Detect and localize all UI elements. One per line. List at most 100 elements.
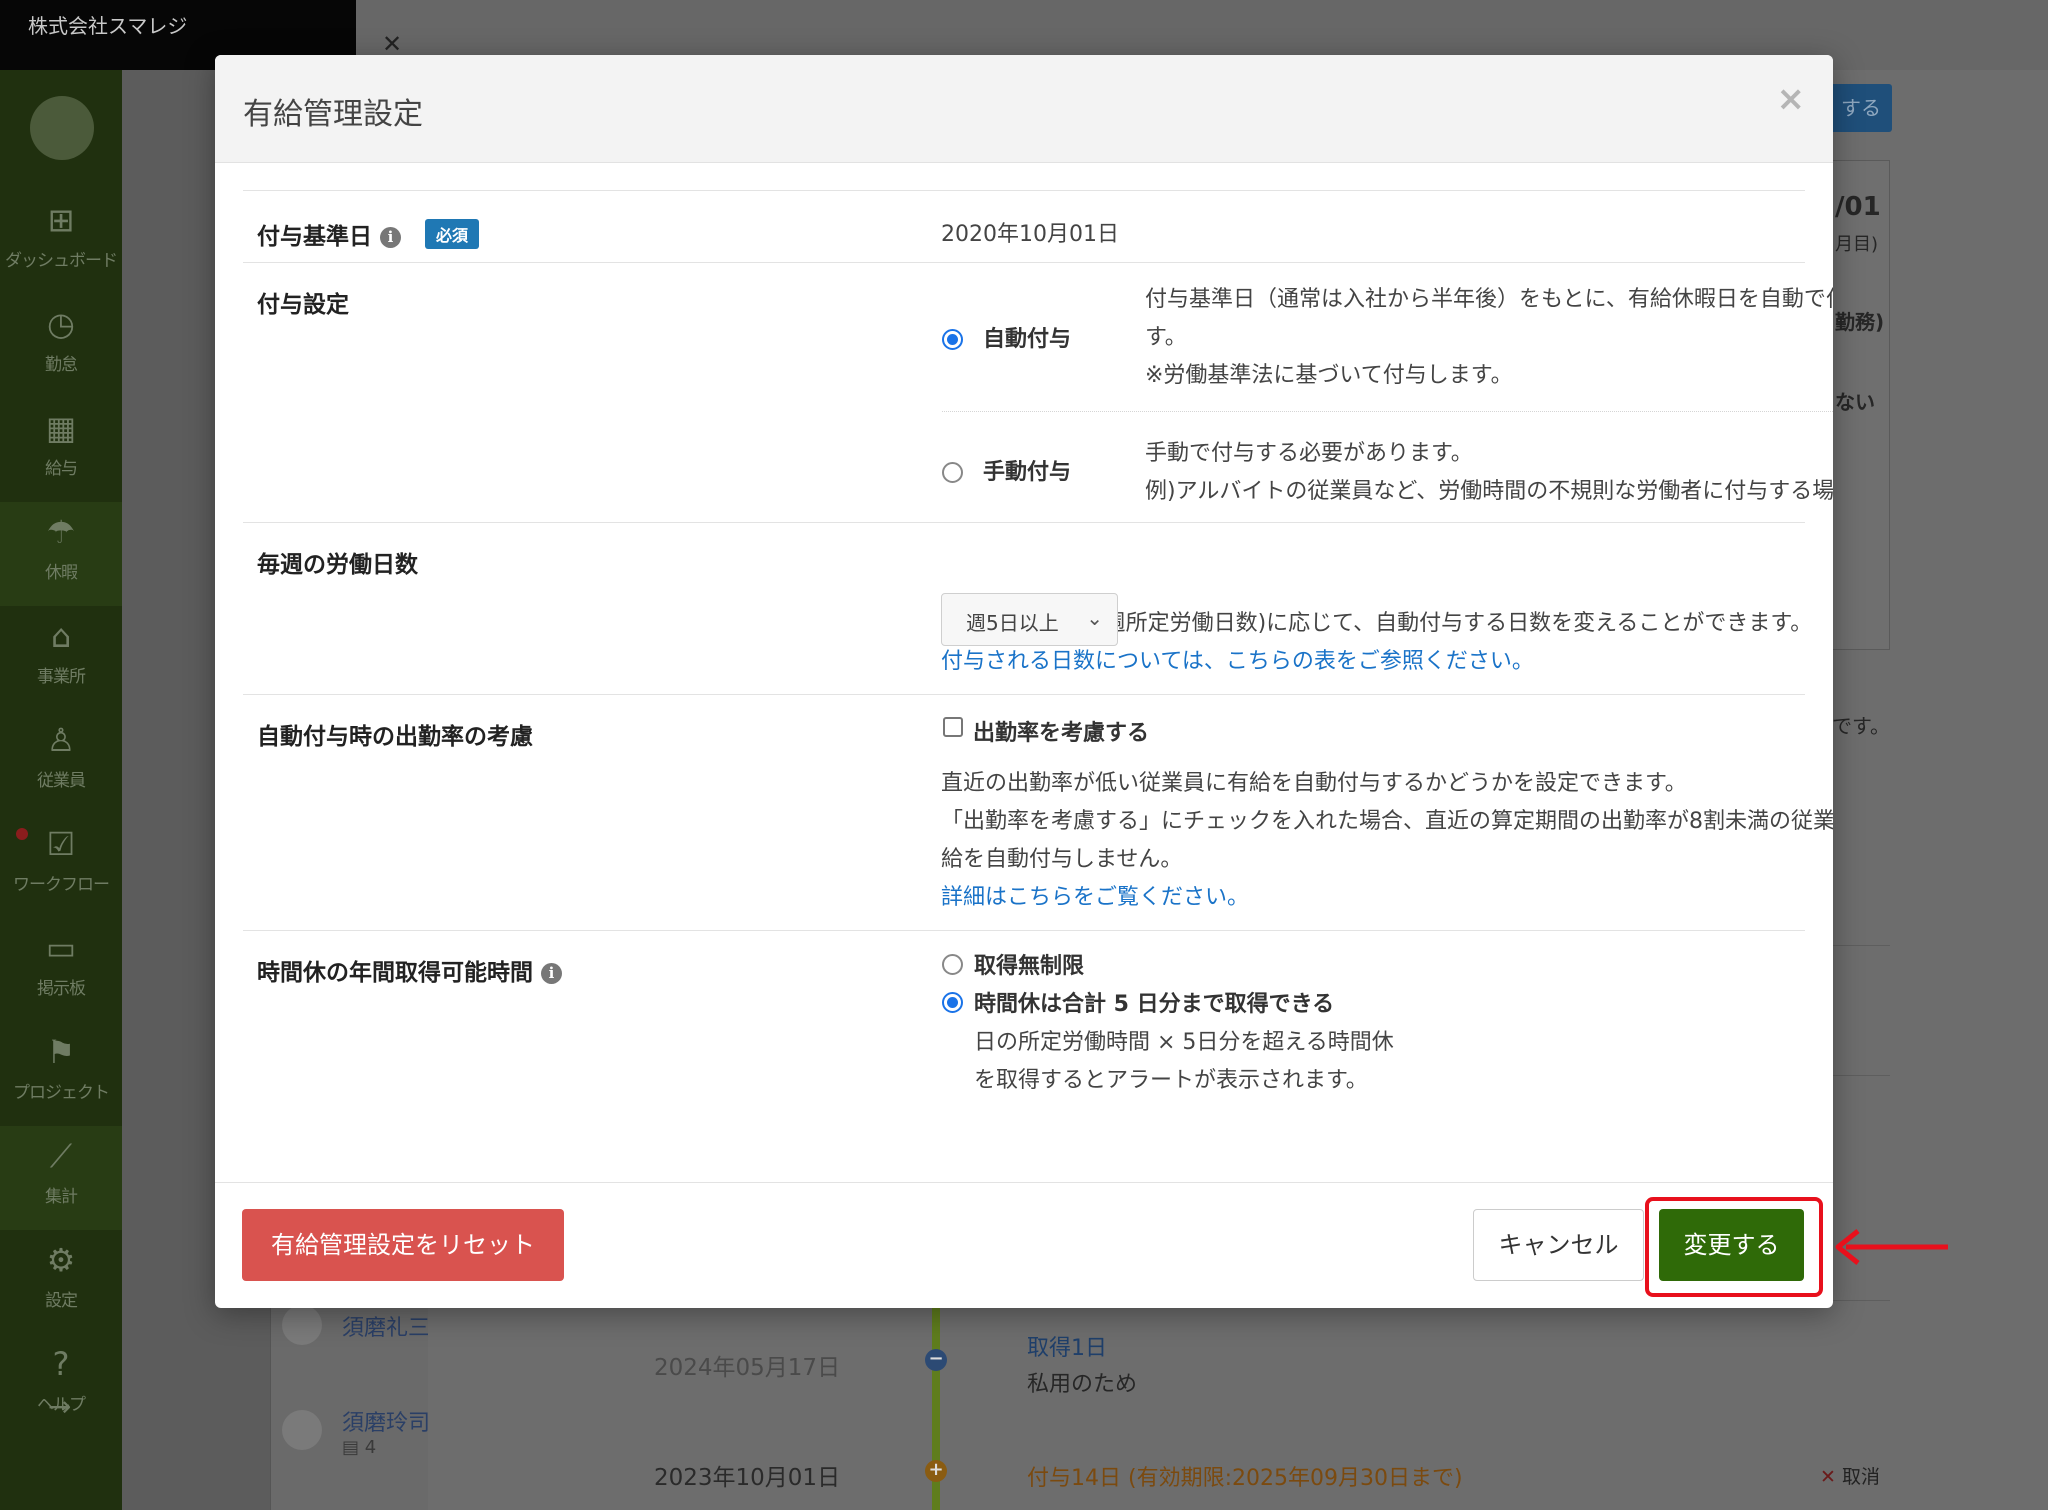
info-icon[interactable]: i — [541, 963, 562, 984]
timeline-title[interactable]: 付与14日 (有効期限:2025年09月30日まで) — [1027, 1460, 1463, 1492]
sidebar-item-payroll[interactable]: ▦ 給与 — [0, 398, 122, 502]
expand-arrow-icon[interactable]: → — [48, 1390, 71, 1423]
company-name: 株式会社スマレジ — [28, 14, 188, 38]
base-date-label: 付与基準日 i 必須 — [257, 217, 480, 251]
grant-setting-row: 付与設定 自動付与 付与基準日（通常は入社から半年後）をもとに、有給休暇日を自動… — [243, 262, 1833, 522]
sidebar: ⊞ ダッシュボード ◷ 勤怠 ▦ 給与 ☂ 休暇 ⌂ 事業所 ♙ 従業員 ☑ ワ… — [0, 70, 122, 1510]
cancel-button[interactable]: キャンセル — [1473, 1209, 1644, 1281]
hourly-leave-note: 日の所定労働時間 × 5日分を超える時間休 — [974, 1030, 1394, 1055]
sidebar-item-employees[interactable]: ♙ 従業員 — [0, 710, 122, 814]
clock-icon: ◷ — [47, 305, 75, 343]
attendance-checkbox[interactable] — [943, 717, 963, 737]
manual-grant-label[interactable]: 手動付与 — [983, 454, 1071, 486]
manual-grant-radio[interactable] — [942, 462, 963, 483]
sidebar-item-label: ワークフロー — [13, 875, 110, 895]
notification-dot — [16, 828, 28, 840]
gear-icon: ⚙ — [46, 1241, 76, 1279]
avatar[interactable] — [30, 96, 94, 160]
sidebar-item-settings[interactable]: ⚙ 設定 — [0, 1230, 122, 1334]
card-desu: です。 — [1832, 714, 1890, 738]
attendance-help: 「出勤率を考慮する」にチェックを入れた場合、直近の算定期間の出勤率が8割未満の従… — [941, 809, 1833, 834]
weekly-days-selected: 週5日以上 — [966, 611, 1059, 635]
flag-icon: ⚑ — [46, 1033, 76, 1071]
user-icon: ♙ — [46, 721, 76, 759]
hourly-leave-label: 時間休の年間取得可能時間 i — [257, 953, 562, 987]
base-date-value: 2020年10月01日 — [941, 222, 1119, 247]
hourly-leave-note: を取得するとアラートが表示されます。 — [974, 1068, 1368, 1093]
weekly-days-label: 毎週の労働日数 — [257, 552, 418, 578]
sidebar-item-label: 掲示板 — [37, 979, 86, 999]
unlimited-radio[interactable] — [942, 954, 963, 975]
auto-grant-radio[interactable] — [942, 329, 963, 350]
attendance-details-link[interactable]: 詳細はこちらをご覧ください。 — [941, 879, 1249, 911]
sidebar-item-label: 勤怠 — [45, 355, 78, 375]
sidebar-item-label: ダッシュボード — [5, 251, 118, 271]
minus-icon: − — [925, 1349, 947, 1371]
sidebar-item-project[interactable]: ⚑ プロジェクト — [0, 1022, 122, 1126]
sidebar-item-leave[interactable]: ☂ 休暇 — [0, 502, 122, 606]
sidebar-item-label: 給与 — [45, 459, 78, 479]
home-icon: ⌂ — [50, 617, 72, 655]
modal-title: 有給管理設定 — [243, 97, 423, 132]
sidebar-item-board[interactable]: ▭ 掲示板 — [0, 918, 122, 1022]
timeline-date: 2023年10月01日 — [654, 1465, 841, 1491]
sidebar-item-attendance[interactable]: ◷ 勤怠 — [0, 294, 122, 398]
attendance-checkbox-label[interactable]: 出勤率を考慮する — [973, 715, 1149, 747]
avatar — [282, 1305, 322, 1345]
info-icon[interactable]: i — [380, 227, 401, 248]
sidebar-item-reports[interactable]: ⟋ 集計 — [0, 1126, 122, 1230]
sidebar-item-label: 従業員 — [37, 771, 86, 791]
limited-radio[interactable] — [942, 992, 963, 1013]
required-badge: 必須 — [425, 219, 480, 249]
timeline-title[interactable]: 取得1日 — [1027, 1330, 1107, 1362]
paid-leave-settings-modal: 有給管理設定 × 付与基準日 i 必須 2020年10月01日 付与設定 自動付与 … — [215, 55, 1833, 1308]
limited-label[interactable]: 時間休は合計 5 日分まで取得できる — [974, 986, 1334, 1018]
close-icon[interactable]: ✕ — [382, 30, 402, 58]
card-work: 勤務) — [1835, 310, 1885, 334]
sidebar-item-dashboard[interactable]: ⊞ ダッシュボード — [0, 190, 122, 294]
weekly-days-select[interactable]: 週5日以上 ⌄ — [941, 593, 1118, 646]
chevron-down-icon: ⌄ — [1086, 606, 1103, 630]
attendance-help: 直近の出勤率が低い従業員に有給を自動付与するかどうかを設定できます。 — [941, 771, 1687, 796]
reset-settings-button[interactable]: 有給管理設定をリセット — [242, 1209, 564, 1281]
grant-setting-label: 付与設定 — [257, 292, 349, 318]
plus-icon: + — [925, 1460, 947, 1482]
card-date: /01 — [1835, 192, 1881, 222]
sidebar-item-label: 設定 — [45, 1291, 78, 1311]
sidebar-item-label: プロジェクト — [13, 1083, 110, 1103]
timeline-desc: 私用のため — [1027, 1372, 1138, 1397]
modal-header: 有給管理設定 × — [215, 55, 1833, 163]
avatar — [282, 1410, 322, 1450]
employee-name[interactable]: 須磨玲司 — [342, 1405, 430, 1437]
chart-icon: ⟋ — [49, 1137, 73, 1175]
sidebar-item-office[interactable]: ⌂ 事業所 — [0, 606, 122, 710]
close-icon: ✕ — [1820, 1466, 1836, 1488]
dashboard-icon: ⊞ — [47, 201, 75, 239]
chat-icon: ▭ — [45, 929, 77, 967]
cancel-link[interactable]: ✕ 取消 — [1820, 1462, 1880, 1489]
umbrella-icon: ☂ — [46, 513, 76, 551]
close-icon[interactable]: × — [1777, 79, 1806, 119]
timeline-date: 2024年05月17日 — [654, 1355, 841, 1381]
help-icon: ? — [52, 1345, 70, 1383]
unlimited-label[interactable]: 取得無制限 — [974, 948, 1084, 980]
pointer-arrow-icon — [1835, 1229, 1948, 1265]
auto-grant-desc: 付与基準日（通常は入社から半年後）をもとに、有給休暇日を自動で付与しま — [1145, 287, 1833, 312]
auto-grant-label[interactable]: 自動付与 — [983, 321, 1071, 353]
attendance-label: 自動付与時の出勤率の考慮 — [257, 724, 533, 750]
attendance-row: 自動付与時の出勤率の考慮 出勤率を考慮する 直近の出勤率が低い従業員に有給を自動… — [243, 694, 1833, 930]
background-action-button[interactable]: する — [1830, 84, 1892, 132]
card-day: 月目) — [1835, 234, 1879, 255]
sidebar-item-label: 休暇 — [45, 563, 78, 583]
sidebar-item-workflow[interactable]: ☑ ワークフロー — [0, 814, 122, 918]
sidebar-item-label: 集計 — [45, 1187, 78, 1207]
calculator-icon: ▦ — [45, 409, 77, 447]
modal-footer: 有給管理設定をリセット キャンセル 変更する — [215, 1182, 1833, 1308]
employee-name[interactable]: 須磨礼三 — [342, 1310, 430, 1342]
employee-count: ▤ 4 — [342, 1437, 377, 1458]
grant-days-table-link[interactable]: 付与される日数については、こちらの表をご参照ください。 — [941, 643, 1534, 675]
base-date-row: 付与基準日 i 必須 2020年10月01日 — [243, 190, 1805, 262]
auto-grant-desc: す。 — [1145, 325, 1187, 350]
auto-grant-note: ※労働基準法に基づいて付与します。 — [1145, 363, 1513, 388]
card-nai: ない — [1835, 390, 1875, 414]
